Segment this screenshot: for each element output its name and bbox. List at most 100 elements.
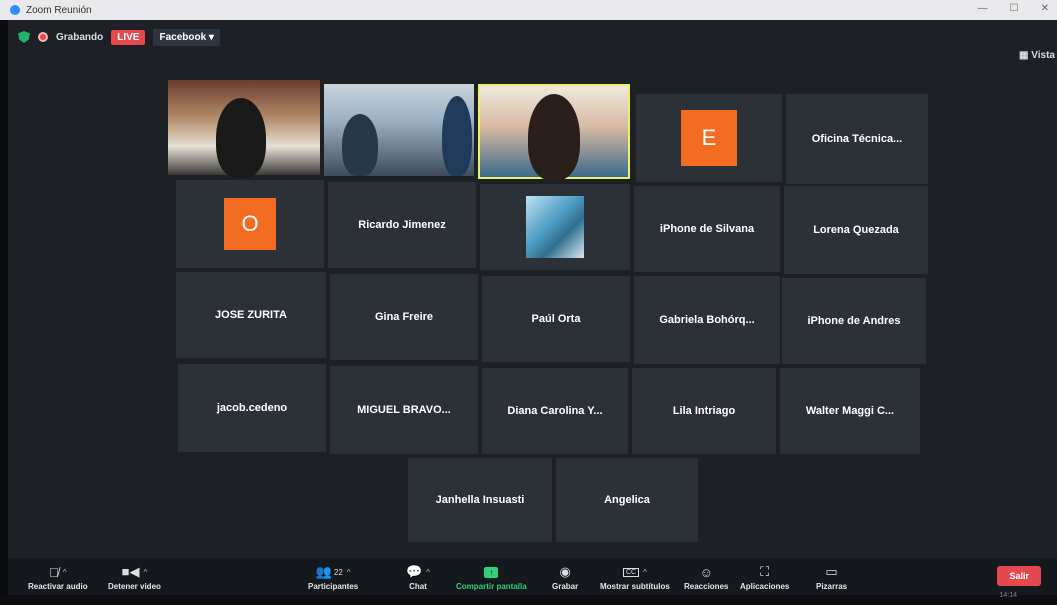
whiteboard-icon: ▭ (825, 564, 838, 579)
participant-silhouette (528, 94, 580, 180)
participant-name: Diana Carolina Y... (507, 405, 603, 417)
closed-caption-icon: CC (622, 567, 640, 577)
zoom-logo-icon (10, 5, 20, 15)
apps-label: Aplicaciones (740, 582, 790, 591)
apps-button[interactable]: ⛶ Aplicaciones (740, 564, 790, 591)
chevron-up-icon[interactable]: ^ (347, 568, 351, 577)
muted-microphone-icon: 🎙̸ (49, 564, 59, 580)
participant-tile[interactable]: jacob.cedeno (178, 364, 326, 452)
participants-icon: 👥 (315, 564, 332, 579)
meeting-topbar: Grabando LIVE Facebook ▾ (8, 26, 220, 48)
participant-name: Oficina Técnica... (811, 133, 903, 145)
participant-name: JOSE ZURITA (215, 309, 287, 321)
chevron-up-icon[interactable]: ^ (426, 568, 430, 577)
participant-tile[interactable]: O (176, 180, 324, 268)
leave-button[interactable]: Salir (997, 566, 1041, 586)
taskbar-clock: 14:14 (999, 592, 1017, 599)
share-screen-icon: ↑ (484, 566, 499, 578)
grid-view-icon: ▦ (1019, 50, 1032, 61)
whiteboards-button[interactable]: ▭ Pizarras (816, 564, 848, 591)
participant-tile[interactable]: Angelica (556, 458, 698, 542)
video-camera-icon: ■◀ (121, 564, 140, 579)
unmute-label: Reactivar audio (28, 582, 88, 591)
participant-name: Angelica (604, 494, 650, 506)
participant-name: Gina Freire (374, 311, 434, 323)
participant-name: MIGUEL BRAVO... (357, 404, 451, 416)
chevron-up-icon[interactable]: ^ (144, 568, 148, 577)
minimize-icon[interactable]: — (978, 3, 988, 14)
close-icon[interactable]: ✕ (1041, 3, 1049, 14)
unmute-button[interactable]: 🎙̸ ^ Reactivar audio (28, 564, 88, 592)
participant-tile[interactable]: Gina Freire (330, 274, 478, 360)
participant-avatar: O (224, 198, 276, 250)
participant-name: Lorena Quezada (813, 224, 899, 236)
participant-tile[interactable]: Janhella Insuasti (408, 458, 552, 542)
participant-name: Walter Maggi C... (805, 405, 895, 417)
chat-button[interactable]: 💬 ^ Chat (406, 564, 430, 591)
share-screen-button[interactable]: ↑ Compartir pantalla (456, 565, 527, 591)
participant-tile[interactable]: MIGUEL BRAVO... (330, 366, 478, 454)
os-taskbar (0, 595, 1057, 605)
participant-tile[interactable]: Paúl Orta (482, 276, 630, 362)
participant-name: Janhella Insuasti (435, 494, 525, 506)
participant-avatar-image (526, 196, 584, 258)
participant-name: Gabriela Bohórq... (659, 314, 755, 326)
window-titlebar: Zoom Reunión — ☐ ✕ (0, 0, 1057, 20)
participant-tile[interactable]: Lorena Quezada (784, 186, 928, 274)
participant-tile[interactable]: Lila Intriago (632, 368, 776, 454)
participant-name: iPhone de Andres (807, 315, 901, 327)
participants-button[interactable]: 👥 22 ^ Participantes (308, 564, 359, 591)
participant-tile[interactable]: E (636, 94, 782, 182)
participant-tile[interactable]: Oficina Técnica... (786, 94, 928, 184)
reactions-label: Reacciones (684, 582, 729, 591)
participant-name: iPhone de Silvana (659, 223, 755, 235)
stop-video-label: Detener video (108, 582, 161, 591)
chevron-up-icon[interactable]: ^ (63, 568, 67, 577)
record-button[interactable]: ◉ Grabar (552, 564, 579, 591)
participant-tile[interactable]: JOSE ZURITA (176, 272, 326, 358)
view-label: Vista (1031, 50, 1055, 61)
recording-label[interactable]: Grabando (56, 32, 103, 43)
participant-name: Paúl Orta (531, 313, 581, 325)
meeting-toolbar: 🎙̸ ^ Reactivar audio ■◀ ^ Detener video 👥 2… (8, 558, 1057, 595)
apps-icon: ⛶ (760, 564, 770, 579)
view-button[interactable]: ▦ Vista (1019, 50, 1055, 61)
subtitles-button[interactable]: CC ^ Mostrar subtítulos (600, 565, 670, 591)
participant-tile[interactable] (480, 184, 630, 270)
reaction-emoji-icon: ☺ (699, 564, 713, 580)
participant-tile[interactable]: Walter Maggi C... (780, 368, 920, 454)
stop-video-button[interactable]: ■◀ ^ Detener video (108, 564, 161, 591)
active-speaker-video-tile[interactable] (478, 84, 630, 180)
subtitles-label: Mostrar subtítulos (600, 582, 670, 591)
window-title: Zoom Reunión (26, 4, 92, 16)
stream-target-button[interactable]: Facebook ▾ (153, 28, 220, 46)
participant-name: Lila Intriago (672, 405, 736, 417)
share-screen-label: Compartir pantalla (456, 582, 527, 591)
reactions-button[interactable]: ☺ Reacciones (684, 564, 729, 592)
participant-tile[interactable]: iPhone de Silvana (634, 186, 780, 272)
meeting-window: Grabando LIVE Facebook ▾ ▦ Vista E Ofici… (8, 20, 1057, 595)
whiteboards-label: Pizarras (816, 582, 848, 591)
participant-tile[interactable]: Ricardo Jimenez (328, 182, 476, 268)
record-icon: ◉ (559, 564, 571, 579)
chat-label: Chat (409, 582, 427, 591)
participant-video-tile[interactable] (168, 80, 320, 178)
recording-dot-icon (38, 32, 48, 42)
maximize-icon[interactable]: ☐ (1010, 3, 1019, 14)
live-badge[interactable]: LIVE (111, 29, 146, 45)
chat-bubble-icon: 💬 (406, 564, 423, 579)
participants-count: 22 (333, 567, 343, 577)
participants-label: Participantes (308, 582, 359, 591)
participant-avatar: E (681, 110, 737, 166)
participant-tile[interactable]: Diana Carolina Y... (482, 368, 628, 454)
participant-video-tile[interactable] (324, 84, 474, 176)
participant-tile[interactable]: Gabriela Bohórq... (634, 276, 780, 364)
security-shield-icon[interactable] (18, 31, 30, 43)
participant-silhouette (216, 98, 266, 178)
participant-name: jacob.cedeno (216, 402, 288, 414)
participant-tile[interactable]: iPhone de Andres (782, 278, 926, 364)
record-label: Grabar (552, 582, 579, 591)
window-controls: — ☐ ✕ (978, 3, 1049, 14)
chevron-up-icon[interactable]: ^ (643, 568, 647, 577)
participant-silhouette (342, 114, 378, 176)
